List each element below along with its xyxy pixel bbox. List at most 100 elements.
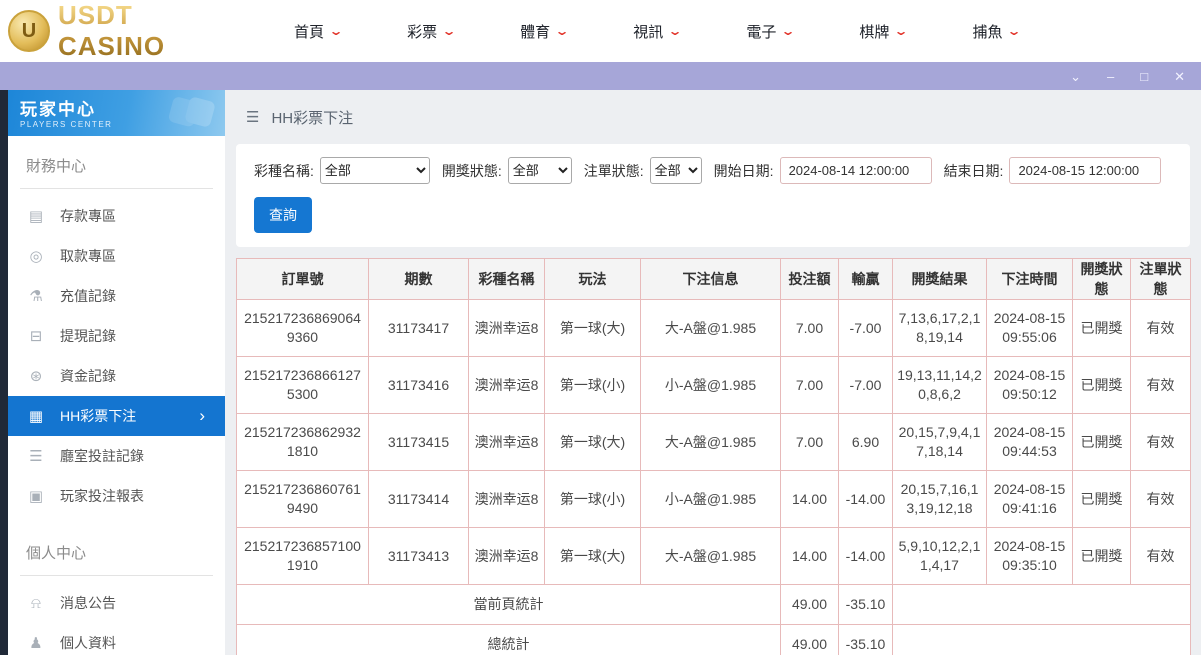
table-cell: 31173413 [369, 528, 469, 585]
table-cell: 2024-08-15 09:35:10 [987, 528, 1073, 585]
table-cell: 澳洲幸运8 [469, 300, 545, 357]
sidebar-item[interactable]: ⍾ 消息公告 › [8, 583, 225, 623]
nav-item[interactable]: 視訊 ⌄ [600, 21, 713, 42]
table-cell: 31173414 [369, 471, 469, 528]
nav-item-label: 捕魚 [972, 21, 1002, 42]
table-cell: 第一球(小) [545, 471, 641, 528]
table-cell: 有效 [1131, 528, 1191, 585]
nav-item[interactable]: 棋牌 ⌄ [826, 21, 939, 42]
table-cell: 第一球(大) [545, 528, 641, 585]
lottery-select[interactable]: 全部 [320, 157, 430, 184]
table-cell: 2152172368571001910 [237, 528, 369, 585]
sidebar-item-label: 廳室投註記錄 [60, 446, 144, 466]
window-titlebar[interactable]: ⌄ – □ ✕ [0, 62, 1201, 90]
summary-winloss-total: -35.10 [839, 624, 893, 655]
summary-label: 當前頁統計 [237, 585, 781, 625]
filter-row: 彩種名稱: 全部 開獎狀態: 全部 注單狀態: 全 [254, 157, 1172, 184]
page-title: HH彩票下注 [271, 107, 353, 128]
start-date-group: 開始日期: [714, 157, 932, 184]
sidebar-item[interactable]: ☰ 廳室投註記錄 › [8, 436, 225, 476]
table-cell: 澳洲幸运8 [469, 414, 545, 471]
nav-item[interactable]: 首頁 ⌄ [261, 21, 374, 42]
nav-item[interactable]: 彩票 ⌄ [374, 21, 487, 42]
table-header-row: 訂單號期數彩種名稱玩法下注信息投注額輸贏開獎結果下注時間開獎狀態注單狀態 [237, 259, 1191, 300]
sidebar-item[interactable]: ⊛ 資金記錄 › [8, 356, 225, 396]
window-maximize-button[interactable]: □ [1140, 70, 1148, 83]
bets-table-wrap: 訂單號期數彩種名稱玩法下注信息投注額輸贏開獎結果下注時間開獎狀態注單狀態 215… [236, 258, 1190, 655]
table-cell: 31173417 [369, 300, 469, 357]
table-cell: 6.90 [839, 414, 893, 471]
table-cell: 31173415 [369, 414, 469, 471]
table-cell: 已開獎 [1073, 528, 1131, 585]
end-date-input[interactable] [1009, 157, 1161, 184]
sidebar-item[interactable]: ◎ 取款專區 › [8, 236, 225, 276]
chevron-right-icon: › [199, 406, 205, 426]
sidebar-section-heading: 個人中心 [20, 536, 213, 576]
start-date-input[interactable] [780, 157, 932, 184]
nav-item[interactable]: 捕魚 ⌄ [939, 21, 1052, 42]
column-header: 輸贏 [839, 259, 893, 300]
main-content: ☰ HH彩票下注 彩種名稱: 全部 開獎狀態: 全部 [225, 90, 1201, 655]
chevron-down-icon: ⌄ [668, 24, 683, 38]
breadcrumb: ☰ HH彩票下注 [236, 90, 1190, 144]
withdraw-icon: ◎ [28, 247, 44, 265]
table-row: 215217236857100191031173413澳洲幸运8第一球(大)大-… [237, 528, 1191, 585]
sidebar-item-label: 提現記錄 [60, 326, 116, 346]
draw-status-filter-group: 開獎狀態: 全部 [442, 157, 572, 184]
sidebar-item[interactable]: ⚗ 充值記錄 › [8, 276, 225, 316]
table-row: 215217236862932181031173415澳洲幸运8第一球(大)大-… [237, 414, 1191, 471]
profile-icon: ♟ [28, 634, 44, 652]
cashout-record-icon: ⊟ [28, 327, 44, 345]
draw-status-select[interactable]: 全部 [508, 157, 572, 184]
sidebar-item-label: 資金記錄 [60, 366, 116, 386]
chevron-down-icon: ⌄ [442, 24, 457, 38]
chevron-down-icon: ⌄ [781, 24, 796, 38]
window-chevron-button[interactable]: ⌄ [1070, 70, 1081, 83]
table-cell: 7.00 [781, 357, 839, 414]
sidebar-section-list: ▤ 存款專區 › ◎ 取款專區 › ⚗ 充值記錄 › ⊟ 提現記錄 › ⊛ 資金… [8, 189, 225, 523]
search-button[interactable]: 查詢 [254, 197, 312, 233]
nav-item[interactable]: 體育 ⌄ [487, 21, 600, 42]
table-cell: 2024-08-15 09:44:53 [987, 414, 1073, 471]
end-date-label: 結束日期: [944, 161, 1004, 181]
table-cell: 7.00 [781, 414, 839, 471]
table-cell: -7.00 [839, 357, 893, 414]
window-close-button[interactable]: ✕ [1174, 70, 1185, 83]
sidebar-item[interactable]: ▣ 玩家投注報表 › [8, 476, 225, 516]
chevron-down-icon: ⌄ [555, 24, 570, 38]
draw-status-label: 開獎狀態: [442, 161, 502, 181]
table-cell: 澳洲幸运8 [469, 471, 545, 528]
end-date-group: 結束日期: [944, 157, 1162, 184]
table-cell: 大-A盤@1.985 [641, 414, 781, 471]
sidebar-subtitle: PLAYERS CENTER [20, 120, 213, 129]
table-cell: 2152172368607619490 [237, 471, 369, 528]
sidebar-item[interactable]: ⊟ 提現記錄 › [8, 316, 225, 356]
sidebar-item-label: HH彩票下注 [60, 406, 136, 426]
window-minimize-button[interactable]: – [1107, 70, 1114, 83]
order-status-select[interactable]: 全部 [650, 157, 702, 184]
hamburger-icon[interactable]: ☰ [246, 108, 259, 126]
nav-item-label: 電子 [746, 21, 776, 42]
sidebar-item[interactable]: ▦ HH彩票下注 › [8, 396, 225, 436]
table-cell: 澳洲幸运8 [469, 357, 545, 414]
table-cell: 已開獎 [1073, 471, 1131, 528]
logo[interactable]: U USDT CASINO [8, 0, 233, 62]
table-cell: -14.00 [839, 528, 893, 585]
bell-icon: ⍾ [28, 595, 44, 612]
table-cell: -14.00 [839, 471, 893, 528]
table-cell: 有效 [1131, 300, 1191, 357]
nav-item[interactable]: 電子 ⌄ [713, 21, 826, 42]
sidebar-item[interactable]: ▤ 存款專區 › [8, 196, 225, 236]
table-cell: 第一球(大) [545, 300, 641, 357]
bet-report-icon: ▣ [28, 487, 44, 505]
top-nav: U USDT CASINO 首頁 ⌄ 彩票 ⌄ 體育 ⌄ 視訊 ⌄ 電子 ⌄ 棋… [0, 0, 1201, 62]
sidebar-item[interactable]: ♟ 個人資料 › [8, 623, 225, 655]
recharge-record-icon: ⚗ [28, 287, 44, 305]
nav-item-label: 棋牌 [859, 21, 889, 42]
table-cell: 2024-08-15 09:41:16 [987, 471, 1073, 528]
order-status-label: 注單狀態: [584, 161, 644, 181]
sidebar-section: 財務中心 ▤ 存款專區 › ◎ 取款專區 › ⚗ 充值記錄 › ⊟ 提現記錄 ›… [8, 149, 225, 523]
sidebar-title: 玩家中心 [20, 95, 213, 120]
table-cell: 大-A盤@1.985 [641, 300, 781, 357]
table-cell: 已開獎 [1073, 300, 1131, 357]
